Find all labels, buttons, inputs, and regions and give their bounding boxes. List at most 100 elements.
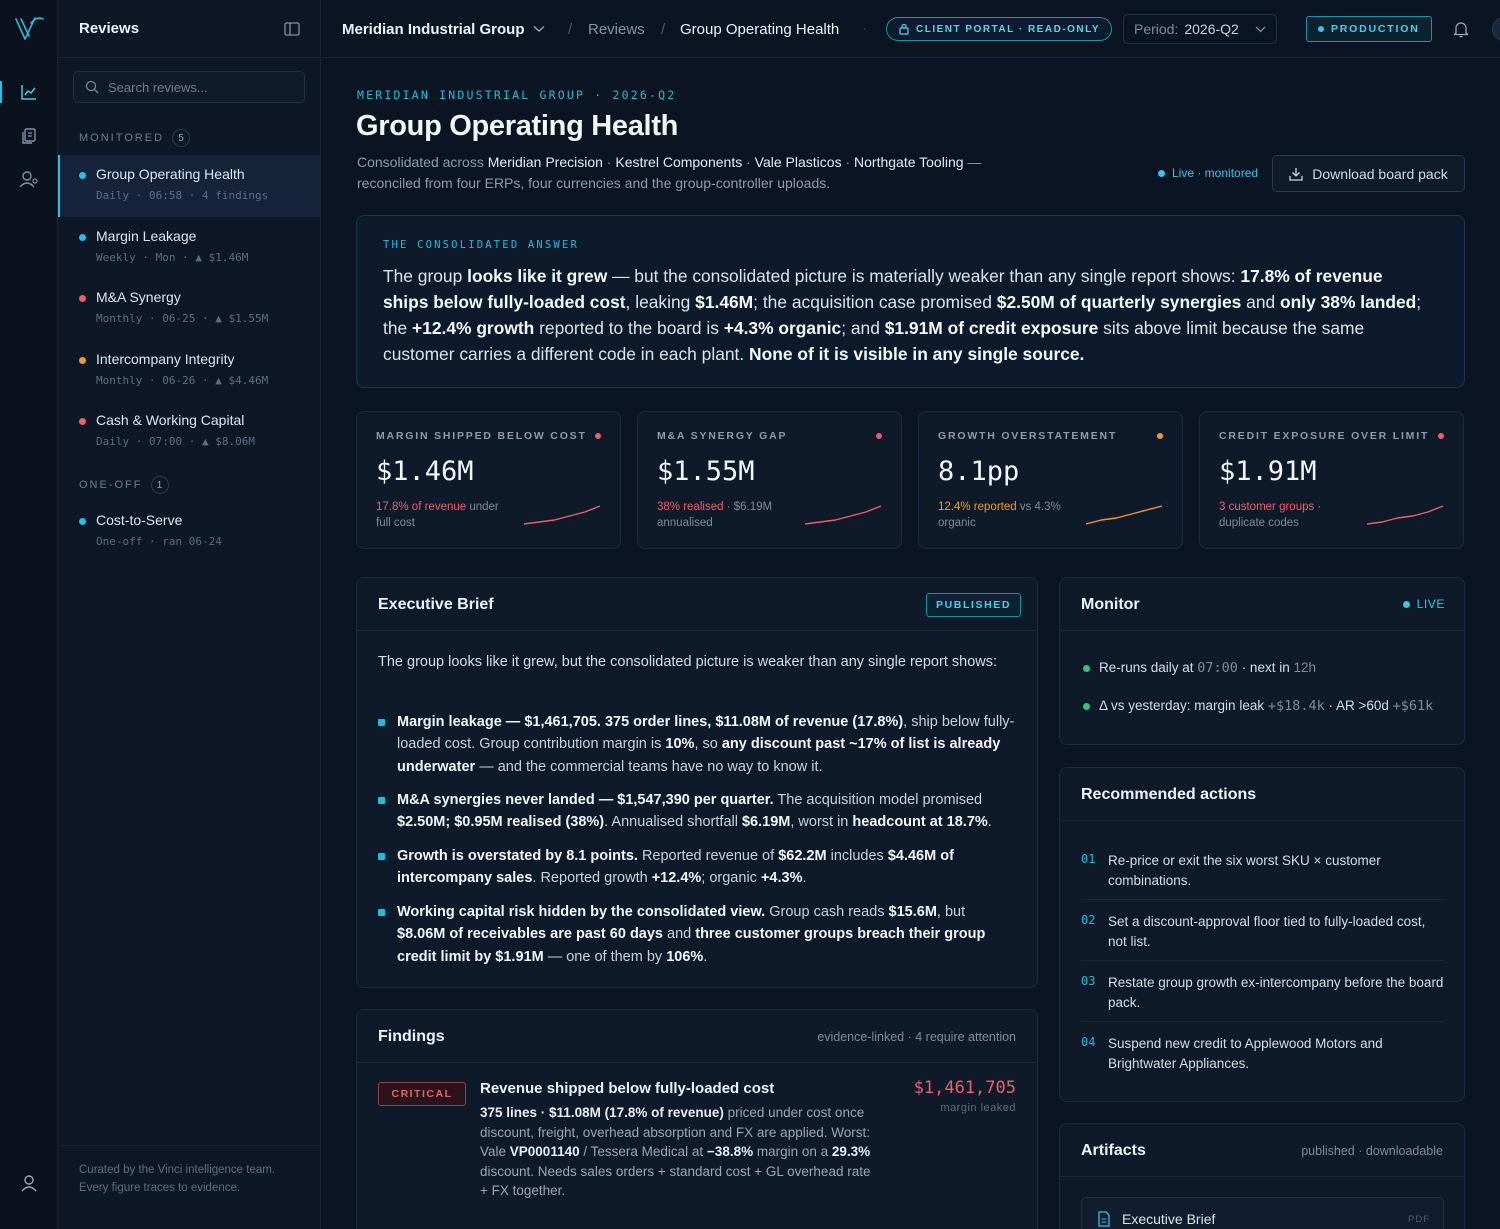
collapse-sidebar-icon[interactable] [284, 21, 300, 36]
live-status: Live · monitored [1158, 166, 1258, 180]
period-value: 2026-Q2 [1184, 21, 1239, 37]
monitor-text: · next in [1237, 660, 1294, 675]
user-settings-icon [19, 171, 38, 188]
sidebar-title: Reviews [79, 20, 140, 37]
search-input[interactable] [108, 79, 288, 95]
sidebar-item-ma-synergy[interactable]: M&A Synergy Monthly · 06-25 · ▲ $1.55M [58, 278, 320, 340]
sidebar-item-margin-leakage[interactable]: Margin Leakage Weekly · Mon · ▲ $1.46M [58, 217, 320, 279]
sidebar-item-meta: Weekly · Mon · ▲ $1.46M [96, 251, 249, 264]
sidebar-item-label: Intercompany Integrity [96, 351, 235, 367]
breadcrumb-reviews[interactable]: Reviews [588, 0, 645, 58]
emphasis-text: looks like it grew [467, 266, 608, 286]
text-run: ; and [841, 318, 885, 338]
emphasis-text: Growth is overstated by 8.1 points. [397, 848, 638, 864]
group-count-badge: 1 [150, 476, 169, 494]
text-run: Group cash reads [765, 904, 889, 920]
finding-title[interactable]: Revenue shipped below fully-loaded cost [480, 1080, 774, 1097]
emphasis-text: 106% [666, 948, 704, 965]
sidebar-item-label: Cash & Working Capital [96, 412, 245, 428]
emphasis-text: $6.19M [741, 814, 791, 831]
page-subtitle: Consolidated across Meridian Precision ·… [357, 154, 982, 191]
kpi-sparkline [523, 505, 601, 525]
kpi-card[interactable]: GROWTH OVERSTATEMENT 8.1pp 12.4% reported … [918, 411, 1183, 549]
sidebar-item-cost-to-serve[interactable]: Cost-to-Serve One-off · ran 06-24 [58, 501, 320, 563]
text-run: . [703, 948, 708, 965]
sparkline-series [1366, 505, 1444, 525]
action-text: Suspend new credit to Applewood Motors a… [1108, 1036, 1383, 1071]
bell-icon[interactable] [1453, 21, 1469, 38]
monitor-status-text: LIVE [1416, 597, 1445, 611]
top-bar: Meridian Industrial Group / Reviews / Gr… [322, 0, 1500, 58]
executive-brief-panel: Executive Brief PUBLISHED The group look… [356, 577, 1038, 988]
status-dot [595, 433, 601, 439]
divider [1081, 899, 1445, 900]
chevron-down-icon [533, 25, 544, 32]
people-nav-button[interactable] [12, 162, 46, 196]
emphasis-text: $8.06M of receivables are past 60 days [397, 926, 663, 943]
text-run: includes [826, 848, 888, 864]
sidebar-item-meta: Monthly · 06-26 · ▲ $4.46M [96, 374, 269, 387]
monitor-delta-row: Δ vs yesterday: margin leak +$18.4k · AR… [1082, 698, 1433, 714]
brief-bullet: Growth is overstated by 8.1 points. Repo… [378, 845, 1017, 890]
brief-bullet: M&A synergies never landed — $1,547,390 … [378, 789, 1017, 834]
status-dot [1318, 26, 1324, 32]
sidebar-item-cash-working-capital[interactable]: Cash & Working Capital Daily · 07:00 · ▲… [58, 401, 320, 463]
monitor-schedule-row: Re-runs daily at 07:00 · next in 12h [1083, 660, 1316, 676]
icon-rail [0, 0, 58, 1229]
live-status-text: Live · monitored [1172, 166, 1259, 180]
text-run: . [987, 814, 992, 831]
artifacts-title: Artifacts [1081, 1142, 1146, 1159]
status-dot [79, 234, 86, 241]
emphasis-text: 375 lines · $11.08M (17.8% of revenue) [480, 1105, 724, 1120]
artifact-executive-brief[interactable]: Executive Brief PDF [1081, 1197, 1444, 1229]
severity-badge: CRITICAL [378, 1082, 466, 1106]
kpi-sparkline [1085, 505, 1163, 525]
group-count-badge: 5 [172, 129, 191, 147]
documents-nav-button[interactable] [12, 119, 46, 153]
emphasis-text: VP0001140 [509, 1144, 580, 1159]
sparkline-series [523, 505, 601, 525]
findings-panel: Findings evidence-linked · 4 require att… [356, 1009, 1038, 1229]
findings-title: Findings [378, 1028, 445, 1045]
action-number: 01 [1081, 852, 1096, 866]
sidebar-item-intercompany-integrity[interactable]: Intercompany Integrity Monthly · 06-26 ·… [58, 340, 320, 402]
kpi-card[interactable]: CREDIT EXPOSURE OVER LIMIT $1.91M 3 custom… [1199, 411, 1464, 549]
kpi-sparkline [1366, 505, 1444, 525]
sidebar-item-label: Cost-to-Serve [96, 512, 183, 528]
recommended-actions-panel: Recommended actions 01 Re-price or exit … [1059, 767, 1465, 1102]
documents-icon [22, 128, 36, 144]
download-board-pack-button[interactable]: Download board pack [1272, 155, 1465, 192]
text-run: , so [694, 736, 722, 753]
user-icon [21, 1175, 37, 1192]
status-dot [79, 418, 86, 425]
analytics-nav-button[interactable] [0, 75, 46, 109]
sidebar-item-meta: Daily · 06:58 · 4 findings [96, 189, 269, 202]
kpi-card[interactable]: MARGIN SHIPPED BELOW COST $1.46M 17.8% of … [356, 411, 621, 549]
chevron-down-icon [1255, 26, 1266, 32]
kpi-subtext: 3 customer groups · duplicate codes [1219, 500, 1359, 531]
kpi-label: CREDIT EXPOSURE OVER LIMIT [1219, 430, 1430, 442]
text-run: . Reported growth [532, 870, 652, 887]
text-run: / Tessera Medical at [579, 1144, 707, 1159]
kpi-value: $1.91M [1219, 456, 1317, 487]
vinci-logo-icon[interactable] [13, 14, 45, 44]
kpi-card[interactable]: M&A SYNERGY GAP $1.55M 38% realised · $6.1… [637, 411, 902, 549]
status-dot [1158, 169, 1165, 177]
client-portal-badge: CLIENT PORTAL · READ-ONLY [886, 17, 1112, 41]
avatar[interactable] [1492, 17, 1500, 41]
emphasis-text: +12.4% [651, 870, 702, 887]
kpi-accent-text: 12.4% reported [938, 501, 1017, 513]
org-switcher[interactable]: Meridian Industrial Group [342, 0, 545, 58]
kpi-label: GROWTH OVERSTATEMENT [938, 430, 1118, 442]
text-run: discount. Needs sales orders + standard … [480, 1163, 871, 1199]
sidebar-item-group-operating-health[interactable]: Group Operating Health Daily · 06:58 · 4… [58, 155, 320, 217]
org-name: Meridian Industrial Group [342, 20, 525, 38]
account-button[interactable] [12, 1166, 46, 1200]
emphasis-text: None of it is visible in any single sour… [749, 344, 1085, 364]
finding-amount: $1,461,705 [913, 1078, 1016, 1098]
period-select[interactable]: Period: 2026-Q2 [1123, 14, 1277, 44]
sidebar-item-meta: Monthly · 06-25 · ▲ $1.55M [96, 312, 269, 325]
emphasis-text: $62.2M [778, 848, 827, 864]
emphasis-text: 29.3% [831, 1144, 871, 1159]
emphasis-text: Margin leakage — $1,461,705. 375 order l… [397, 714, 904, 730]
